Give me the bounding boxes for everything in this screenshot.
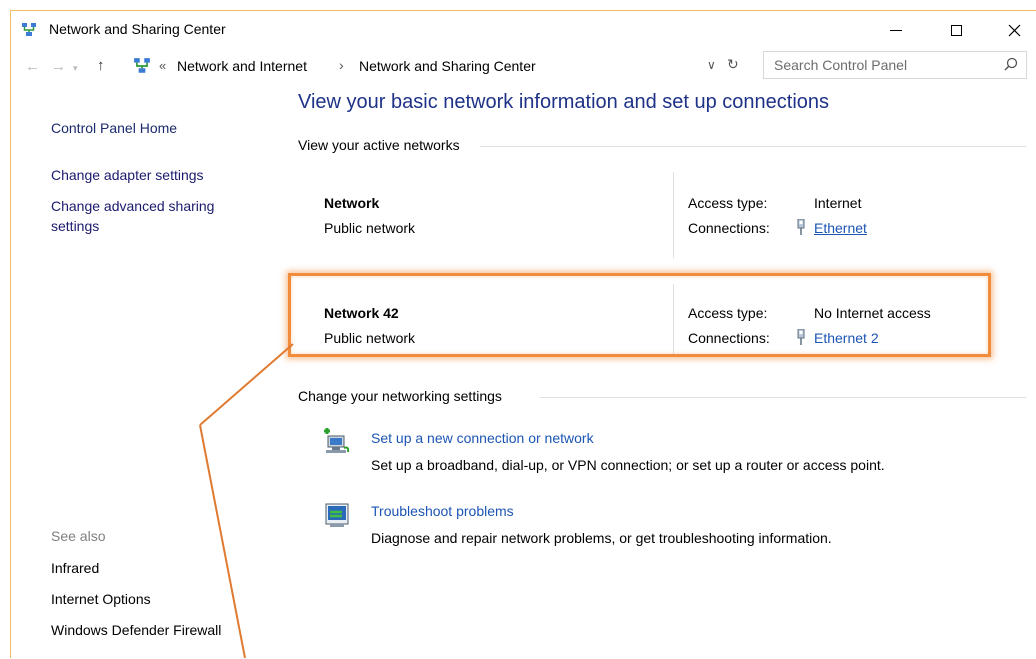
- breadcrumb-overflow[interactable]: «: [159, 58, 166, 73]
- left-pane: Control Panel Home Change adapter settin…: [11, 85, 287, 659]
- connections-label: Connections:: [688, 220, 770, 236]
- access-type-value: Internet: [814, 195, 862, 211]
- network-name: Network: [324, 195, 380, 211]
- setup-connection-description: Set up a broadband, dial-up, or VPN conn…: [371, 457, 885, 473]
- back-button[interactable]: ←: [25, 58, 40, 75]
- up-button[interactable]: ↑: [97, 57, 105, 74]
- access-type-label: Access type:: [688, 195, 768, 211]
- chevron-down-icon[interactable]: ∨: [707, 58, 716, 72]
- close-button[interactable]: [991, 11, 1036, 49]
- setup-connection-link[interactable]: Set up a new connection or network: [371, 430, 594, 446]
- minimize-button[interactable]: [873, 11, 919, 49]
- section-divider: [480, 146, 1026, 147]
- internet-options-link[interactable]: Internet Options: [51, 589, 151, 609]
- ethernet-connection-link[interactable]: Ethernet: [814, 220, 867, 236]
- page-title: View your basic network information and …: [298, 91, 830, 113]
- active-networks-heading: View your active networks: [298, 137, 466, 153]
- maximize-icon: [950, 24, 962, 36]
- search-input[interactable]: [774, 56, 984, 74]
- close-icon: [1008, 24, 1020, 36]
- breadcrumb-network-internet[interactable]: Network and Internet: [177, 58, 307, 74]
- address-box[interactable]: « Network and Internet › Network and Sha…: [129, 53, 751, 79]
- change-adapter-settings-link[interactable]: Change adapter settings: [51, 165, 204, 185]
- address-bar: ← → ▾ ↑ « Network and Internet › Network…: [11, 49, 1036, 85]
- search-icon[interactable]: [1004, 57, 1018, 71]
- networking-settings-heading: Change your networking settings: [298, 388, 508, 404]
- window-title: Network and Sharing Center: [49, 21, 226, 37]
- network-location-icon: [134, 58, 150, 73]
- troubleshoot-description: Diagnose and repair network problems, or…: [371, 530, 832, 546]
- change-advanced-sharing-link[interactable]: Change advanced sharing settings: [51, 196, 251, 236]
- minimize-icon: [890, 29, 902, 31]
- network-divider: [673, 172, 674, 258]
- control-panel-home-link[interactable]: Control Panel Home: [51, 118, 177, 138]
- breadcrumb-separator[interactable]: ›: [339, 57, 344, 73]
- firewall-link[interactable]: Windows Defender Firewall: [51, 620, 221, 640]
- ethernet-icon: [797, 219, 805, 235]
- network-category[interactable]: Public network: [324, 220, 415, 236]
- see-also-label: See also: [51, 528, 106, 544]
- infrared-link[interactable]: Infrared: [51, 558, 99, 578]
- title-bar: Network and Sharing Center: [11, 11, 1036, 49]
- troubleshoot-icon: [325, 503, 349, 527]
- forward-button[interactable]: →: [51, 58, 66, 75]
- troubleshoot-link[interactable]: Troubleshoot problems: [371, 503, 514, 519]
- network-center-icon: [22, 23, 36, 36]
- search-box[interactable]: [763, 51, 1027, 79]
- refresh-icon[interactable]: ↻: [727, 56, 739, 73]
- section-divider: [540, 397, 1026, 398]
- breadcrumb-network-sharing[interactable]: Network and Sharing Center: [359, 58, 536, 74]
- highlight-box: [288, 273, 991, 357]
- recent-locations-button[interactable]: ▾: [73, 63, 78, 74]
- new-connection-icon: [324, 428, 350, 453]
- maximize-button[interactable]: [933, 11, 979, 49]
